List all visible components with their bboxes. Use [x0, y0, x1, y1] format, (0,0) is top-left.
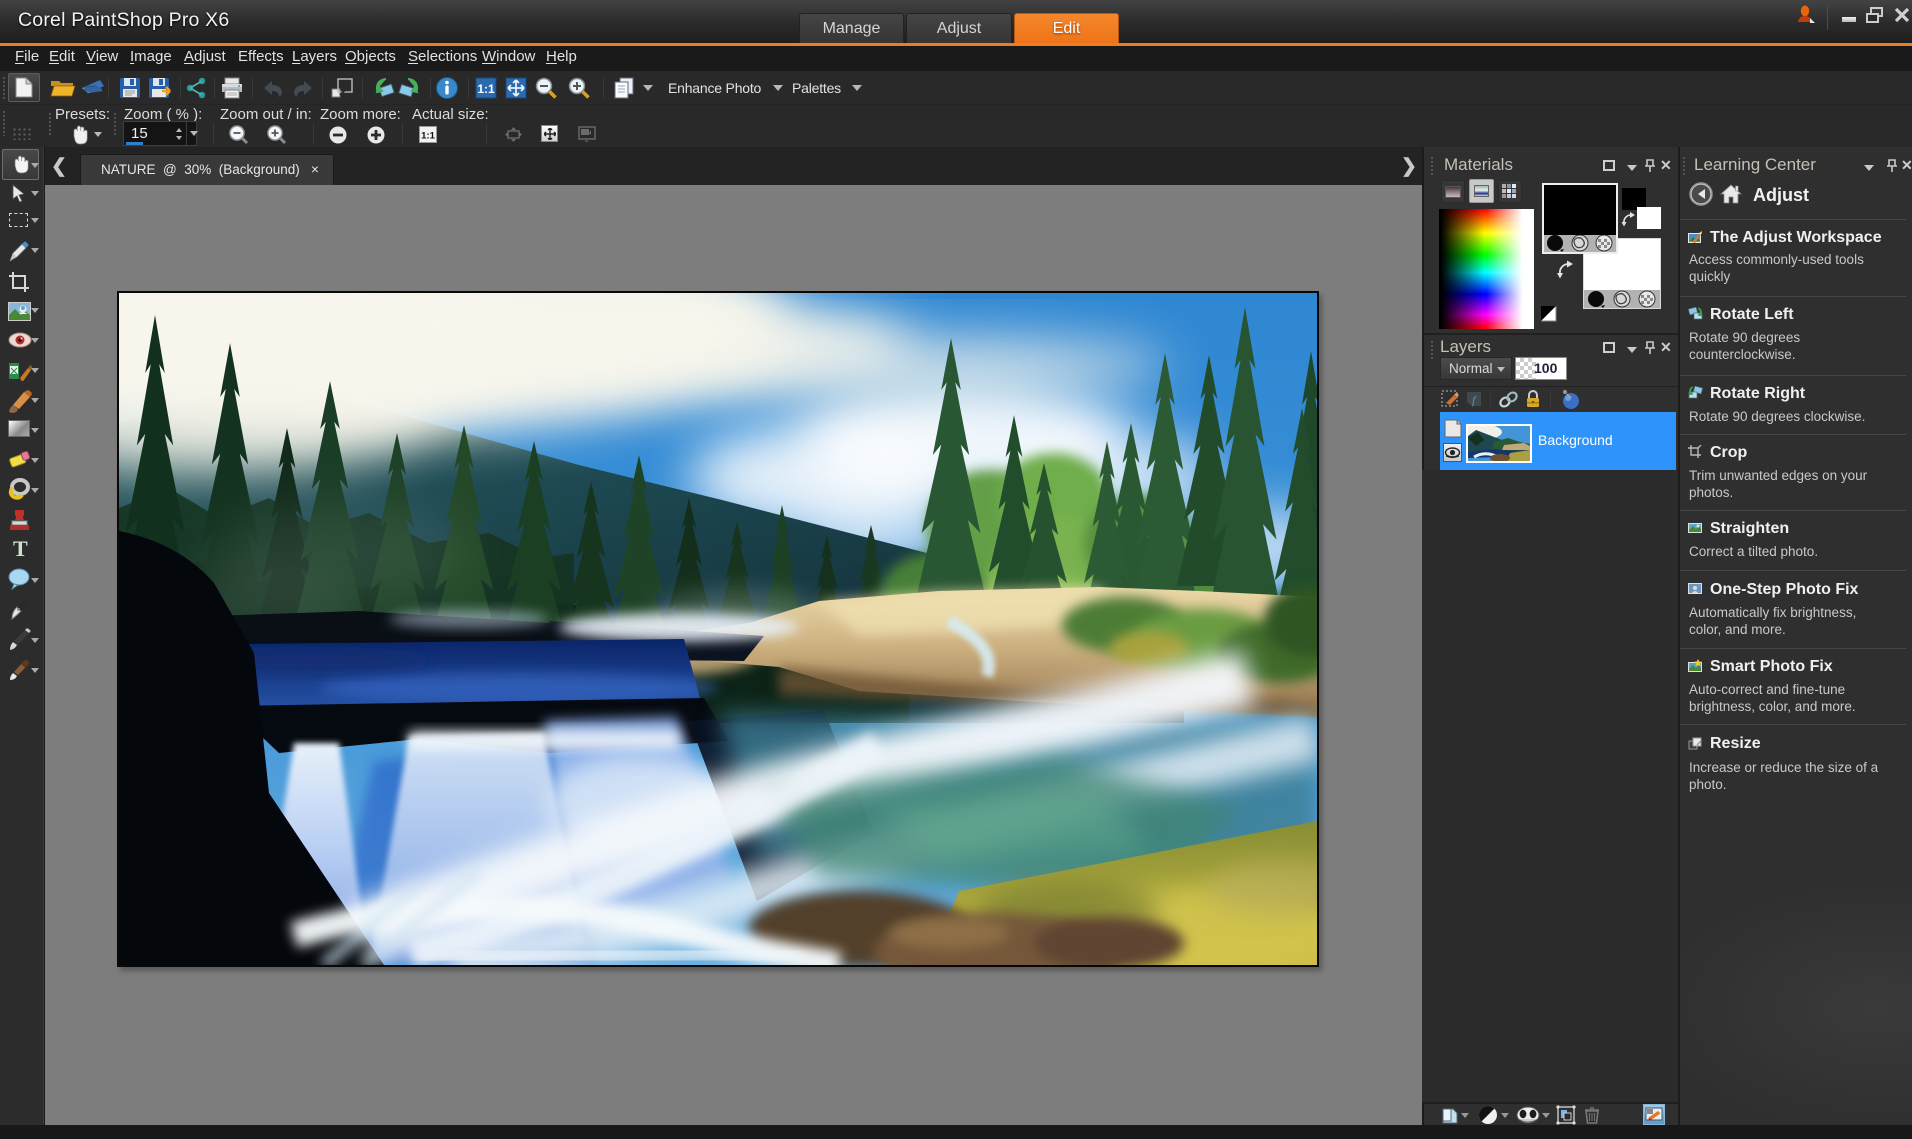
svg-text:1:1: 1:1 — [421, 131, 435, 142]
svg-text:1:1: 1:1 — [477, 82, 495, 96]
